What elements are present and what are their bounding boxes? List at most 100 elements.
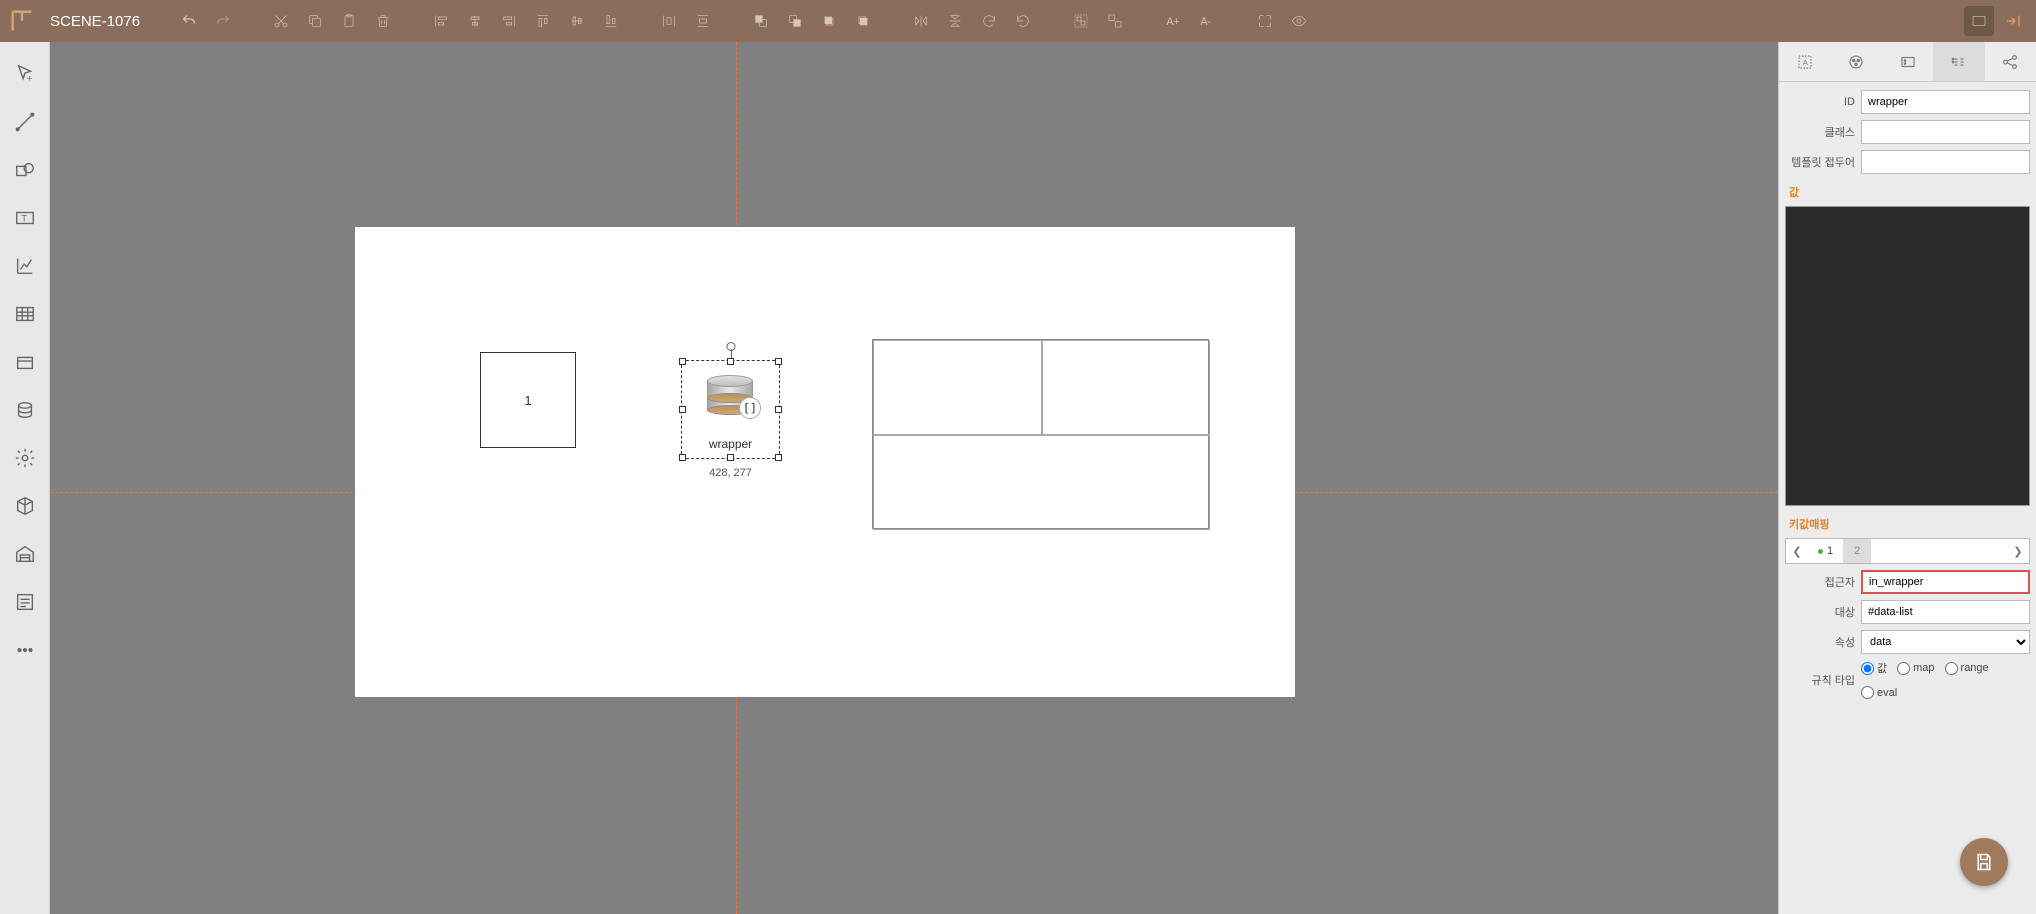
section-kvmap-title: 키값매핑	[1789, 516, 2030, 532]
visibility-button[interactable]	[1284, 6, 1314, 36]
kvmap-tab-1[interactable]: 1	[1808, 539, 1844, 563]
more-tool[interactable]	[0, 626, 50, 674]
exit-button[interactable]	[1998, 6, 2028, 36]
table-cell[interactable]	[1042, 340, 1210, 435]
cut-button[interactable]	[266, 6, 296, 36]
distribute-v-button[interactable]	[688, 6, 718, 36]
wrapper-badge: [ ]	[739, 397, 761, 419]
canvas-area[interactable]: 1 [	[50, 42, 1778, 914]
line-tool[interactable]	[0, 98, 50, 146]
resize-handle-ne[interactable]	[775, 358, 782, 365]
copy-button[interactable]	[300, 6, 330, 36]
bring-front-button[interactable]	[746, 6, 776, 36]
wrapper-db-icon: [ ]	[700, 368, 760, 428]
artboard[interactable]: 1 [	[355, 227, 1295, 697]
select-tool[interactable]: +	[0, 50, 50, 98]
align-middle-v-button[interactable]	[562, 6, 592, 36]
shape-box-1[interactable]: 1	[480, 352, 576, 448]
datasource-tool[interactable]	[0, 386, 50, 434]
accessor-label: 접근자	[1785, 574, 1861, 590]
flip-v-button[interactable]	[940, 6, 970, 36]
svg-text:+: +	[27, 73, 32, 83]
table-cell[interactable]	[873, 340, 1042, 435]
value-editor[interactable]	[1785, 206, 2030, 506]
paste-button[interactable]	[334, 6, 364, 36]
attribute-select[interactable]: data	[1861, 630, 2030, 654]
app-logo-icon	[8, 7, 36, 35]
resize-handle-e[interactable]	[775, 406, 782, 413]
form-tool[interactable]	[0, 578, 50, 626]
kvmap-tabs: ❮ 1 2 ❯	[1785, 538, 2030, 564]
kvmap-prev[interactable]: ❮	[1786, 545, 1808, 558]
id-input[interactable]	[1861, 90, 2030, 114]
table-cell[interactable]	[873, 435, 1210, 530]
redo-button[interactable]	[208, 6, 238, 36]
chart-tool[interactable]	[0, 242, 50, 290]
flip-h-button[interactable]	[906, 6, 936, 36]
kvmap-tab-2[interactable]: 2	[1844, 539, 1871, 563]
align-right-button[interactable]	[494, 6, 524, 36]
rotate-ccw-button[interactable]	[1008, 6, 1038, 36]
tab-style[interactable]	[1830, 42, 1881, 81]
bring-forward-button[interactable]	[814, 6, 844, 36]
target-label: 대상	[1785, 604, 1861, 620]
svg-text:A+: A+	[1166, 16, 1179, 28]
text-tool[interactable]: T	[0, 194, 50, 242]
template-prefix-input[interactable]	[1861, 150, 2030, 174]
align-bottom-button[interactable]	[596, 6, 626, 36]
undo-button[interactable]	[174, 6, 204, 36]
font-increase-button[interactable]: A+	[1158, 6, 1188, 36]
box-text: 1	[524, 393, 531, 408]
ungroup-button[interactable]	[1100, 6, 1130, 36]
table-tool[interactable]	[0, 290, 50, 338]
id-label: ID	[1785, 96, 1861, 108]
rule-map-radio[interactable]: map	[1897, 660, 1934, 676]
attribute-label: 속성	[1785, 634, 1861, 650]
send-back-button[interactable]	[780, 6, 810, 36]
rule-range-radio[interactable]: range	[1945, 660, 1989, 676]
resize-handle-se[interactable]	[775, 454, 782, 461]
resize-handle-nw[interactable]	[679, 358, 686, 365]
rule-eval-radio[interactable]: eval	[1861, 686, 1897, 699]
fullscreen-button[interactable]	[1964, 6, 1994, 36]
warehouse-tool[interactable]	[0, 530, 50, 578]
send-backward-button[interactable]	[848, 6, 878, 36]
section-value-title: 값	[1789, 184, 2030, 200]
resize-handle-s[interactable]	[727, 454, 734, 461]
resize-handle-w[interactable]	[679, 406, 686, 413]
wrapper-label: wrapper	[683, 437, 778, 451]
rule-value-radio[interactable]: 값	[1861, 660, 1887, 676]
kvmap-next[interactable]: ❯	[2007, 545, 2029, 558]
ruletype-label: 규칙 타입	[1785, 672, 1861, 688]
align-top-button[interactable]	[528, 6, 558, 36]
font-decrease-button[interactable]: A-	[1192, 6, 1222, 36]
align-left-button[interactable]	[426, 6, 456, 36]
delete-button[interactable]	[368, 6, 398, 36]
accessor-input[interactable]	[1861, 570, 2030, 594]
fit-button[interactable]	[1250, 6, 1280, 36]
scene-title: SCENE-1076	[50, 13, 140, 30]
class-input[interactable]	[1861, 120, 2030, 144]
cube-tool[interactable]	[0, 482, 50, 530]
gear-tool[interactable]	[0, 434, 50, 482]
target-input[interactable]	[1861, 600, 2030, 624]
distribute-h-button[interactable]	[654, 6, 684, 36]
shape-tool[interactable]	[0, 146, 50, 194]
tab-layout[interactable]: A	[1779, 42, 1830, 81]
selected-wrapper-object[interactable]: [ ] wrapper 428, 277	[683, 362, 778, 457]
align-center-h-button[interactable]	[460, 6, 490, 36]
tab-effect[interactable]	[1882, 42, 1933, 81]
save-button[interactable]	[1960, 838, 2008, 886]
group-button[interactable]	[1066, 6, 1096, 36]
svg-text:A: A	[1802, 58, 1807, 67]
resize-handle-sw[interactable]	[679, 454, 686, 461]
rotate-cw-button[interactable]	[974, 6, 1004, 36]
resize-handle-n[interactable]	[727, 358, 734, 365]
top-toolbar: SCENE-1076 A+ A-	[0, 0, 2036, 42]
template-prefix-label: 템플릿 접두어	[1785, 154, 1861, 170]
properties-panel: A ID 클래스 템플릿 접두어 값 키값매핑 ❮ 1 2 ❯ 접근자	[1778, 42, 2036, 914]
table-shape[interactable]	[872, 339, 1209, 529]
tab-data[interactable]	[1933, 42, 1984, 81]
tab-share[interactable]	[1985, 42, 2036, 81]
container-tool[interactable]	[0, 338, 50, 386]
